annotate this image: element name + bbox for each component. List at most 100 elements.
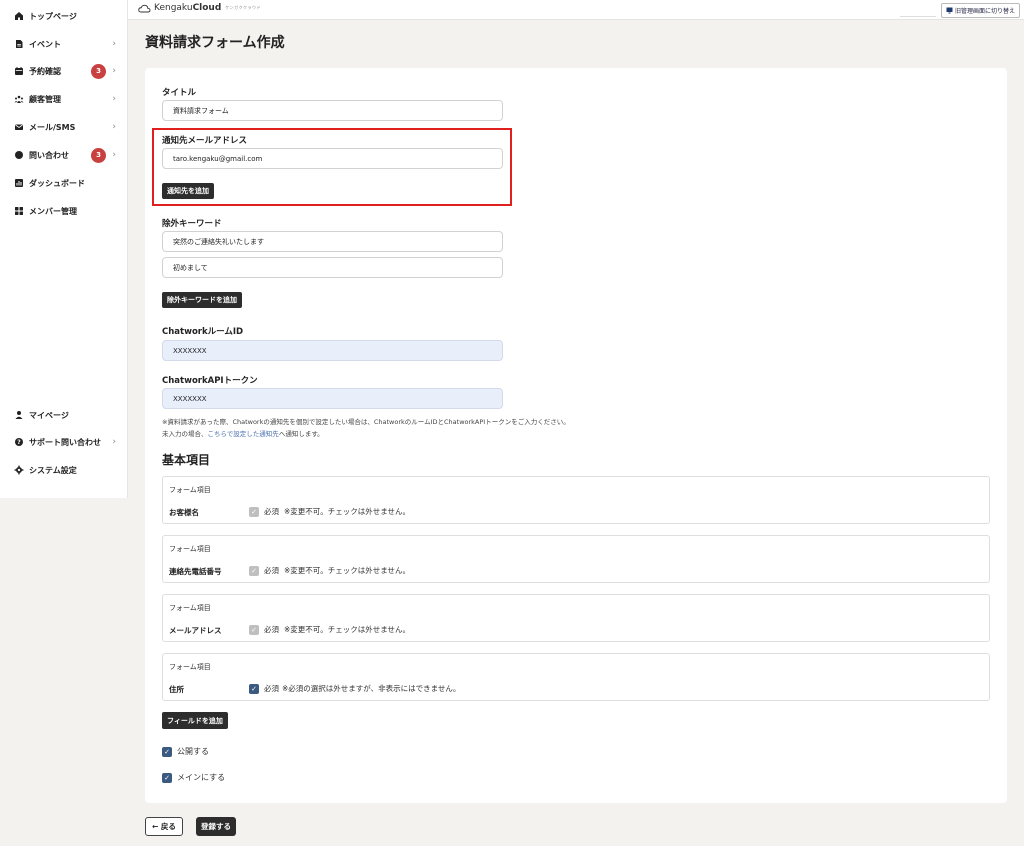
app-logo[interactable]: Kengaku Cloud ケンガククラウド <box>138 3 261 13</box>
exclude-keyword-label: 除外キーワード <box>162 219 222 229</box>
field-name: メールアドレス <box>169 626 222 635</box>
notify-settings-link[interactable]: こちらで設定した通知先 <box>208 430 279 438</box>
help-icon: ? <box>14 437 24 447</box>
sidebar-item-inquiry[interactable]: 問い合わせ 3 › <box>14 146 122 164</box>
sidebar-item-members[interactable]: メンバー管理 <box>14 202 122 220</box>
field-header: フォーム項目 <box>169 663 211 671</box>
chevron-right-icon: › <box>112 66 116 76</box>
back-button[interactable]: ← 戻る <box>145 817 183 836</box>
sidebar-item-label: サポート問い合わせ <box>29 437 101 447</box>
sidebar-item-label: イベント <box>29 39 61 49</box>
sidebar-item-mail[interactable]: メール/SMS › <box>14 118 122 136</box>
cloud-icon <box>138 4 151 12</box>
check-icon[interactable]: ✓ <box>162 772 172 783</box>
check-icon: ✓ <box>249 624 259 635</box>
chevron-right-icon: › <box>112 39 116 49</box>
calendar-icon <box>14 66 24 76</box>
field-header: フォーム項目 <box>169 486 211 494</box>
required-checkbox: ✓ 必須 ※変更不可。チェックは外せません。 <box>249 624 410 635</box>
logo-text-light: Kengaku <box>154 3 193 13</box>
sidebar: トップページ イベント › 予約確認 3 › 顧客管理 › メール/SMS › … <box>0 0 128 498</box>
required-label: 必須 <box>264 684 279 693</box>
notification-badge: 3 <box>91 147 106 163</box>
required-label: 必須 <box>264 566 279 575</box>
note-text: へ通知します。 <box>278 430 324 438</box>
top-header: Kengaku Cloud ケンガククラウド 旧管理画面に切り替え <box>128 0 1024 20</box>
chatwork-room-label: ChatworkルームID <box>162 327 244 337</box>
notify-email-input[interactable]: taro.kengaku@gmail.com <box>162 148 503 169</box>
sidebar-item-support[interactable]: ? サポート問い合わせ › <box>14 433 122 451</box>
chatwork-token-input[interactable]: XXXXXXX <box>162 388 503 409</box>
sidebar-item-label: 問い合わせ <box>29 150 69 160</box>
logo-tagline: ケンガククラウド <box>225 5 262 10</box>
document-icon <box>14 39 24 49</box>
chatwork-note-2: 未入力の場合、こちらで設定した通知先へ通知します。 <box>162 428 324 438</box>
sidebar-item-mypage[interactable]: マイページ <box>14 406 122 424</box>
sidebar-item-label: システム設定 <box>29 465 77 475</box>
field-note: ※必須の選択は外せますが、非表示にはできません。 <box>282 684 461 693</box>
field-note: ※変更不可。チェックは外せません。 <box>284 566 411 575</box>
main-checkbox[interactable]: ✓ メインにする <box>162 772 225 783</box>
publish-label: 公開する <box>177 747 209 756</box>
title-label: タイトル <box>162 88 197 98</box>
required-label: 必須 <box>264 507 279 516</box>
chevron-right-icon: › <box>112 94 116 104</box>
field-header: フォーム項目 <box>169 545 211 553</box>
required-label: 必須 <box>264 625 279 634</box>
sidebar-item-dashboard[interactable]: ダッシュボード <box>14 174 122 192</box>
main-label: メインにする <box>177 773 226 782</box>
mail-icon <box>14 122 24 132</box>
required-checkbox: ✓ 必須 ※変更不可。チェックは外せません。 <box>249 565 410 576</box>
header-divider <box>900 16 936 17</box>
publish-checkbox[interactable]: ✓ 公開する <box>162 746 209 757</box>
person-icon <box>14 410 24 420</box>
chevron-right-icon: › <box>112 122 116 132</box>
sidebar-item-event[interactable]: イベント › <box>14 35 122 53</box>
sidebar-item-label: マイページ <box>29 410 69 420</box>
sidebar-item-label: 顧客管理 <box>29 94 61 104</box>
check-icon[interactable]: ✓ <box>162 746 172 757</box>
required-checkbox[interactable]: ✓ 必須 ※必須の選択は外せますが、非表示にはできません。 <box>249 683 460 694</box>
sidebar-item-label: メンバー管理 <box>29 206 77 216</box>
check-icon: ✓ <box>249 506 259 517</box>
chatwork-token-label: ChatworkAPIトークン <box>162 376 258 386</box>
chat-icon <box>14 150 24 160</box>
title-input[interactable]: 資料請求フォーム <box>162 100 503 121</box>
add-field-button[interactable]: フィールドを追加 <box>162 712 228 729</box>
exclude-keyword-input[interactable]: 初めまして <box>162 257 503 278</box>
sidebar-item-system[interactable]: システム設定 <box>14 461 122 479</box>
chart-icon <box>14 178 24 188</box>
form-field-box: フォーム項目 住所 ✓ 必須 ※必須の選択は外せますが、非表示にはできません。 <box>162 653 990 701</box>
grid-icon <box>14 206 24 216</box>
sidebar-item-label: トップページ <box>29 11 77 21</box>
field-note: ※変更不可。チェックは外せません。 <box>284 625 411 634</box>
field-name: 連絡先電話番号 <box>169 567 222 576</box>
field-name: お客様名 <box>169 508 199 517</box>
switch-legacy-admin-button[interactable]: 旧管理画面に切り替え <box>940 3 1020 18</box>
sidebar-item-top[interactable]: トップページ <box>14 7 122 25</box>
exclude-keyword-input[interactable]: 突然のご連絡失礼いたします <box>162 231 503 252</box>
home-icon <box>14 11 24 21</box>
add-exclude-keyword-button[interactable]: 除外キーワードを追加 <box>162 292 242 308</box>
switch-legacy-admin-label: 旧管理画面に切り替え <box>954 8 1015 15</box>
sidebar-item-customers[interactable]: 顧客管理 › <box>14 90 122 108</box>
sidebar-item-reservation[interactable]: 予約確認 3 › <box>14 62 122 80</box>
notify-email-label: 通知先メールアドレス <box>162 136 248 146</box>
check-icon: ✓ <box>249 565 259 576</box>
required-checkbox: ✓ 必須 ※変更不可。チェックは外せません。 <box>249 506 410 517</box>
submit-button[interactable]: 登録する <box>196 817 236 836</box>
note-text: 未入力の場合、 <box>162 430 208 438</box>
form-field-box: フォーム項目 お客様名 ✓ 必須 ※変更不可。チェックは外せません。 <box>162 476 990 524</box>
gear-icon <box>14 465 24 475</box>
chatwork-room-input[interactable]: XXXXXXX <box>162 340 503 361</box>
logo-text-bold: Cloud <box>192 3 222 13</box>
check-icon[interactable]: ✓ <box>249 683 259 694</box>
add-notify-button[interactable]: 通知先を追加 <box>162 183 214 199</box>
field-note: ※変更不可。チェックは外せません。 <box>284 507 411 516</box>
chatwork-note: ※資料請求があった際、Chatworkの通知先を個別で設定したい場合は、Chat… <box>162 418 570 426</box>
sidebar-item-label: メール/SMS <box>29 122 76 132</box>
form-field-box: フォーム項目 メールアドレス ✓ 必須 ※変更不可。チェックは外せません。 <box>162 594 990 642</box>
sidebar-item-label: 予約確認 <box>29 66 61 76</box>
form-field-box: フォーム項目 連絡先電話番号 ✓ 必須 ※変更不可。チェックは外せません。 <box>162 535 990 583</box>
field-header: フォーム項目 <box>169 604 211 612</box>
